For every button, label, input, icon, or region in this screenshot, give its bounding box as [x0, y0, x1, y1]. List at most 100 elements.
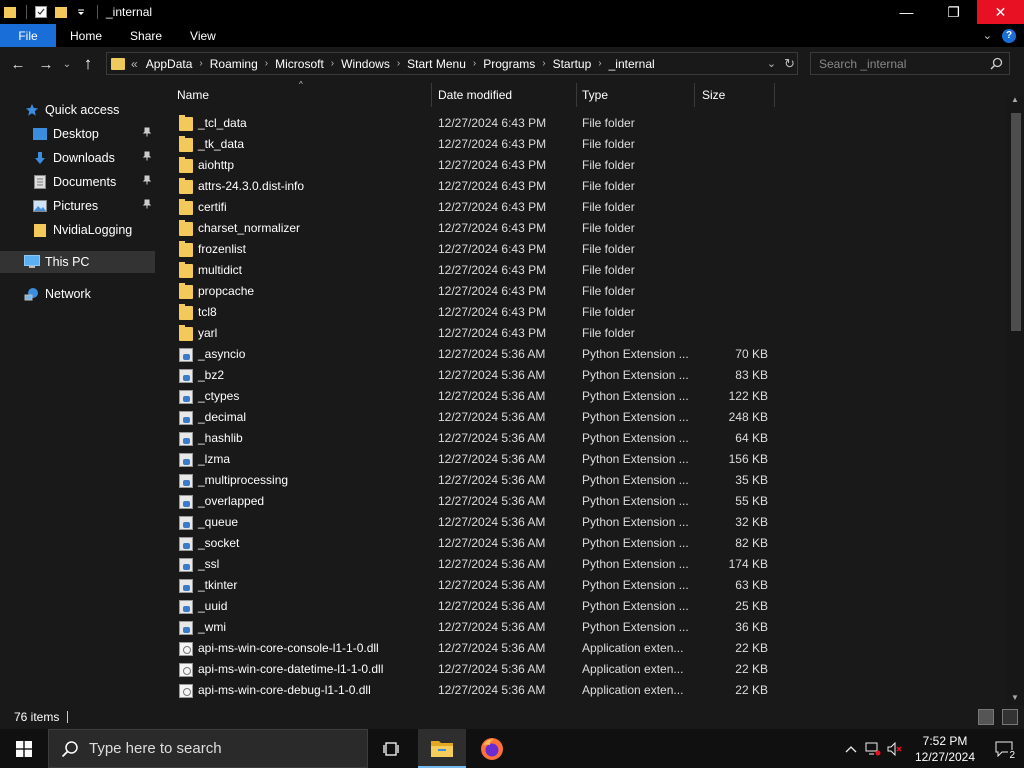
tab-home[interactable]: Home — [56, 24, 116, 47]
properties-icon[interactable] — [33, 4, 49, 20]
large-icons-view-button[interactable] — [1002, 709, 1018, 725]
table-row[interactable]: _asyncio 12/27/2024 5:36 AM Python Extensi… — [157, 344, 1017, 365]
column-divider[interactable] — [694, 83, 695, 107]
table-row[interactable]: aiohttp 12/27/2024 6:43 PM File folder — [157, 155, 1017, 176]
breadcrumb-separator[interactable]: › — [331, 58, 334, 69]
column-divider[interactable] — [431, 83, 432, 107]
address-bar[interactable]: « AppData › Roaming › Microsoft › Window… — [106, 52, 798, 75]
column-divider[interactable] — [576, 83, 577, 107]
column-header-date[interactable]: Date modified — [438, 81, 576, 109]
breadcrumb-appdata[interactable]: AppData — [146, 57, 193, 71]
taskbar-search-box[interactable]: Type here to search — [48, 729, 368, 768]
table-row[interactable]: propcache 12/27/2024 6:43 PM File folder — [157, 281, 1017, 302]
table-row[interactable]: api-ms-win-core-console-l1-1-0.dll 12/27/… — [157, 638, 1017, 659]
sidebar-item-network[interactable]: Network — [24, 283, 91, 305]
task-view-button[interactable] — [368, 729, 416, 768]
breadcrumb-programs[interactable]: Programs — [483, 57, 535, 71]
column-header-type[interactable]: Type — [582, 81, 694, 109]
table-row[interactable]: _uuid 12/27/2024 5:36 AM Python Extension … — [157, 596, 1017, 617]
table-row[interactable]: frozenlist 12/27/2024 6:43 PM File folder — [157, 239, 1017, 260]
table-row[interactable]: _socket 12/27/2024 5:36 AM Python Extensio… — [157, 533, 1017, 554]
tab-share[interactable]: Share — [116, 24, 176, 47]
breadcrumb-separator[interactable]: › — [542, 58, 545, 69]
pin-icon[interactable] — [142, 127, 152, 140]
network-status-icon[interactable] — [862, 729, 884, 768]
pin-icon[interactable] — [142, 175, 152, 188]
breadcrumb-separator[interactable]: › — [265, 58, 268, 69]
breadcrumb-roaming[interactable]: Roaming — [210, 57, 258, 71]
table-row[interactable]: _tcl_data 12/27/2024 6:43 PM File folder — [157, 113, 1017, 134]
breadcrumb-windows[interactable]: Windows — [341, 57, 390, 71]
scroll-down-icon[interactable]: ▼ — [1011, 693, 1019, 702]
breadcrumb-startup[interactable]: Startup — [553, 57, 592, 71]
table-row[interactable]: api-ms-win-core-debug-l1-1-0.dll 12/27/20… — [157, 680, 1017, 701]
scroll-up-icon[interactable]: ▲ — [1011, 95, 1019, 104]
sidebar-item-this-pc[interactable]: This PC — [0, 251, 155, 273]
breadcrumb-separator[interactable]: › — [397, 58, 400, 69]
table-row[interactable]: _queue 12/27/2024 5:36 AM Python Extension… — [157, 512, 1017, 533]
sidebar-item-quick-access[interactable]: Quick access — [24, 99, 119, 121]
expand-ribbon-icon[interactable]: ⌄ — [983, 29, 992, 42]
table-row[interactable]: _multiprocessing 12/27/2024 5:36 AM Python… — [157, 470, 1017, 491]
table-row[interactable]: attrs-24.3.0.dist-info 12/27/2024 6:43 PM… — [157, 176, 1017, 197]
chevron-down-icon[interactable]: ⌄ — [767, 57, 776, 70]
forward-button[interactable]: → — [32, 52, 60, 76]
column-header-size[interactable]: Size — [702, 81, 774, 109]
up-button[interactable]: ↑ — [74, 52, 102, 76]
breadcrumb-internal[interactable]: _internal — [609, 57, 655, 71]
recent-locations-button[interactable]: ⌄ — [60, 52, 74, 76]
scrollbar-thumb[interactable] — [1011, 113, 1021, 331]
firefox-taskbar-button[interactable] — [468, 729, 516, 768]
sidebar-item-documents[interactable]: Documents — [32, 171, 152, 193]
table-row[interactable]: _overlapped 12/27/2024 5:36 AM Python Exte… — [157, 491, 1017, 512]
search-input[interactable]: Search _internal — [819, 57, 906, 71]
maximize-button[interactable]: ❐ — [930, 0, 977, 24]
clock[interactable]: 7:52 PM 12/27/2024 — [906, 733, 984, 765]
taskbar-search-input[interactable]: Type here to search — [89, 740, 222, 757]
column-header-name[interactable]: ^ Name — [177, 81, 431, 109]
table-row[interactable]: _hashlib 12/27/2024 5:36 AM Python Extensi… — [157, 428, 1017, 449]
pin-icon[interactable] — [142, 151, 152, 164]
table-row[interactable]: certifi 12/27/2024 6:43 PM File folder — [157, 197, 1017, 218]
help-icon[interactable]: ? — [1002, 28, 1016, 43]
minimize-button[interactable]: — — [883, 0, 930, 24]
sidebar-item-nvidialogging[interactable]: NvidiaLogging — [32, 219, 132, 241]
notification-center-button[interactable]: 2 — [984, 729, 1024, 768]
volume-muted-icon[interactable] — [884, 729, 906, 768]
table-row[interactable]: _wmi 12/27/2024 5:36 AM Python Extension .… — [157, 617, 1017, 638]
sidebar-item-downloads[interactable]: Downloads — [32, 147, 152, 169]
table-row[interactable]: tcl8 12/27/2024 6:43 PM File folder — [157, 302, 1017, 323]
table-row[interactable]: api-ms-win-core-datetime-l1-1-0.dll 12/27… — [157, 659, 1017, 680]
table-row[interactable]: _decimal 12/27/2024 5:36 AM Python Extensi… — [157, 407, 1017, 428]
sidebar-item-pictures[interactable]: Pictures — [32, 195, 152, 217]
table-row[interactable]: _tkinter 12/27/2024 5:36 AM Python Extensi… — [157, 575, 1017, 596]
close-button[interactable]: ✕ — [977, 0, 1024, 24]
table-row[interactable]: multidict 12/27/2024 6:43 PM File folder — [157, 260, 1017, 281]
table-row[interactable]: _ssl 12/27/2024 5:36 AM Python Extension .… — [157, 554, 1017, 575]
sidebar-item-desktop[interactable]: Desktop — [32, 123, 152, 145]
table-row[interactable]: charset_normalizer 12/27/2024 6:43 PM File… — [157, 218, 1017, 239]
column-divider[interactable] — [774, 83, 775, 107]
search-box[interactable]: Search _internal — [810, 52, 1010, 75]
table-row[interactable]: _tk_data 12/27/2024 6:43 PM File folder — [157, 134, 1017, 155]
breadcrumb-start-menu[interactable]: Start Menu — [407, 57, 466, 71]
breadcrumb-separator[interactable]: › — [473, 58, 476, 69]
breadcrumb-microsoft[interactable]: Microsoft — [275, 57, 324, 71]
breadcrumb-separator[interactable]: › — [199, 58, 202, 69]
file-explorer-taskbar-button[interactable] — [418, 729, 466, 768]
new-folder-icon[interactable] — [53, 4, 69, 20]
table-row[interactable]: _ctypes 12/27/2024 5:36 AM Python Extensio… — [157, 386, 1017, 407]
start-button[interactable] — [0, 729, 48, 768]
back-button[interactable]: ← — [4, 52, 32, 76]
customize-toolbar-icon[interactable] — [73, 4, 89, 20]
pin-icon[interactable] — [142, 199, 152, 212]
chevron-up-icon[interactable] — [840, 729, 862, 768]
table-row[interactable]: _bz2 12/27/2024 5:36 AM Python Extension .… — [157, 365, 1017, 386]
refresh-icon[interactable]: ↻ — [784, 56, 795, 72]
breadcrumb-separator[interactable]: › — [598, 58, 601, 69]
details-view-button[interactable] — [978, 709, 994, 725]
breadcrumb-overflow[interactable]: « — [131, 57, 138, 71]
tab-view[interactable]: View — [176, 24, 230, 47]
vertical-scrollbar[interactable]: ▲ ▼ — [1007, 95, 1024, 705]
table-row[interactable]: yarl 12/27/2024 6:43 PM File folder — [157, 323, 1017, 344]
